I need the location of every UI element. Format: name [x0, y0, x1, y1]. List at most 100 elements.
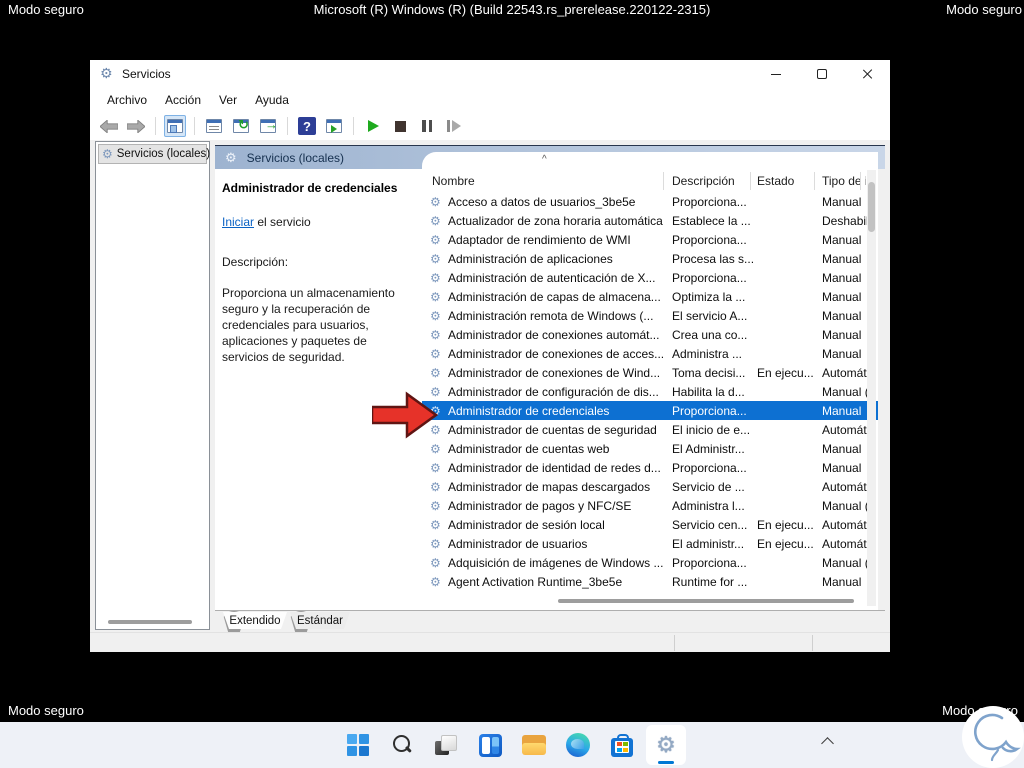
services-taskbar-button[interactable]: ⚙ [646, 725, 686, 765]
service-name: Adquisición de imágenes de Windows ... [448, 555, 664, 570]
service-row[interactable]: ⚙ Administrador de conexiones de acces..… [422, 344, 878, 363]
search-button[interactable] [382, 725, 422, 765]
menu-ayuda[interactable]: Ayuda [246, 90, 298, 110]
service-gear-icon: ⚙ [430, 346, 441, 361]
back-button[interactable] [98, 115, 120, 137]
stop-service-button[interactable] [389, 115, 411, 137]
start-button[interactable] [338, 725, 378, 765]
service-row[interactable]: ⚙ Administración de capas de almacena...… [422, 287, 878, 306]
tab-extendido[interactable]: Extendido [222, 611, 288, 629]
maximize-button[interactable] [800, 60, 844, 88]
service-name: Administrador de configuración de dis... [448, 384, 659, 399]
tab-estandar[interactable]: Estándar [289, 611, 351, 629]
selected-service-title: Administrador de credenciales [222, 181, 398, 195]
tree-item-servicios-locales[interactable]: ⚙ Servicios (locales) [98, 144, 210, 164]
pause-icon [422, 120, 432, 132]
menu-accion[interactable]: Acción [156, 90, 210, 110]
tree-horizontal-scrollbar[interactable] [108, 620, 192, 624]
service-description: Servicio de ... [672, 479, 745, 494]
view-tabs: Extendido Estándar [215, 610, 885, 630]
edge-button[interactable] [558, 725, 598, 765]
pause-service-button[interactable] [416, 115, 438, 137]
column-divider[interactable] [814, 172, 815, 190]
vertical-scrollbar[interactable] [867, 170, 876, 606]
export-list-button[interactable]: → [257, 115, 279, 137]
menu-archivo[interactable]: Archivo [98, 90, 156, 110]
service-row[interactable]: ⚙ Administrador de pagos y NFC/SE Admini… [422, 496, 878, 515]
service-description: El administr... [672, 536, 745, 551]
service-gear-icon: ⚙ [430, 479, 441, 494]
start-service-button[interactable] [362, 115, 384, 137]
column-header-estado[interactable]: Estado [757, 174, 794, 188]
file-explorer-button[interactable] [514, 725, 554, 765]
service-startup-type: Manual [822, 574, 862, 589]
details-panel: ⚙ Servicios (locales) Administrador de c… [215, 143, 885, 630]
service-description: El inicio de e... [672, 422, 751, 437]
sort-ascending-icon: ^ [542, 154, 547, 165]
microsoft-store-button[interactable] [602, 725, 642, 765]
service-row[interactable]: ⚙ Administrador de cuentas web El Admini… [422, 439, 878, 458]
service-gear-icon: ⚙ [430, 574, 441, 589]
service-description: Habilita la d... [672, 384, 745, 399]
task-view-button[interactable] [426, 725, 466, 765]
restart-service-button[interactable] [443, 115, 465, 137]
column-divider[interactable] [663, 172, 664, 190]
service-row[interactable]: ⚙ Administrador de usuarios El administr… [422, 534, 878, 553]
service-startup-type: Manual [822, 251, 862, 266]
minimize-icon [771, 73, 781, 75]
toolbar-separator [353, 117, 354, 135]
properties-button[interactable] [203, 115, 225, 137]
taskbar: ⚙ [0, 722, 1024, 768]
column-divider[interactable] [750, 172, 751, 190]
service-row[interactable]: ⚙ Administrador de conexiones automát...… [422, 325, 878, 344]
folder-icon [522, 735, 546, 755]
service-row[interactable]: ⚙ Actualizador de zona horaria automátic… [422, 211, 878, 230]
minimize-button[interactable] [754, 60, 798, 88]
menu-ver[interactable]: Ver [210, 90, 246, 110]
service-row[interactable]: ⚙ Adaptador de rendimiento de WMI Propor… [422, 230, 878, 249]
help-icon: ? [298, 117, 316, 135]
show-console-tree-button[interactable] [164, 115, 186, 137]
service-row[interactable]: ⚙ Administración de autenticación de X..… [422, 268, 878, 287]
column-header-descripcion[interactable]: Descripción [672, 174, 735, 188]
service-startup-type: Manual [822, 232, 862, 247]
service-name: Administrador de sesión local [448, 517, 605, 532]
title-bar[interactable]: ⚙ Servicios [90, 60, 890, 88]
red-arrow-annotation [372, 391, 438, 439]
service-status: En ejecu... [757, 517, 814, 532]
tab-extendido-label: Extendido [223, 612, 287, 629]
service-row[interactable]: ⚙ Acceso a datos de usuarios_3be5e Propo… [422, 192, 878, 211]
vertical-scrollbar-thumb[interactable] [868, 182, 875, 232]
service-row[interactable]: ⚙ Administrador de cuentas de seguridad … [422, 420, 878, 439]
toolbar-separator [155, 117, 156, 135]
forward-button[interactable] [125, 115, 147, 137]
service-startup-type: Manual [822, 327, 862, 342]
horizontal-scrollbar-thumb[interactable] [558, 599, 854, 603]
service-startup-type: Manual (c [822, 498, 868, 513]
column-divider[interactable] [860, 172, 861, 190]
close-button[interactable] [846, 60, 890, 88]
service-row[interactable]: ⚙ Administración de aplicaciones Procesa… [422, 249, 878, 268]
show-hidden-icons-button[interactable] [822, 736, 834, 748]
service-startup-type: Automáti [822, 422, 868, 437]
widgets-icon [478, 733, 502, 757]
service-row[interactable]: ⚙ Administrador de conexiones de Wind...… [422, 363, 878, 382]
service-row[interactable]: ⚙ Administrador de identidad de redes d.… [422, 458, 878, 477]
start-service-link[interactable]: Iniciar [222, 215, 254, 229]
safe-mode-label-bottom-left: Modo seguro [8, 703, 84, 718]
service-row[interactable]: ⚙ Administrador de credenciales Proporci… [422, 401, 878, 420]
toolbar: ↻ → ? [90, 112, 890, 140]
service-row[interactable]: ⚙ Administración remota de Windows (... … [422, 306, 878, 325]
service-row[interactable]: ⚙ Administrador de mapas descargados Ser… [422, 477, 878, 496]
extended-view-button[interactable] [323, 115, 345, 137]
column-header-nombre[interactable]: Nombre [432, 174, 475, 188]
service-row[interactable]: ⚙ Administrador de sesión local Servicio… [422, 515, 878, 534]
help-button[interactable]: ? [296, 115, 318, 137]
refresh-button[interactable]: ↻ [230, 115, 252, 137]
widgets-button[interactable] [470, 725, 510, 765]
service-description: Proporciona... [672, 270, 747, 285]
service-gear-icon: ⚙ [430, 536, 441, 551]
service-row[interactable]: ⚙ Agent Activation Runtime_3be5e Runtime… [422, 572, 878, 591]
service-row[interactable]: ⚙ Adquisición de imágenes de Windows ...… [422, 553, 878, 572]
service-row[interactable]: ⚙ Administrador de configuración de dis.… [422, 382, 878, 401]
